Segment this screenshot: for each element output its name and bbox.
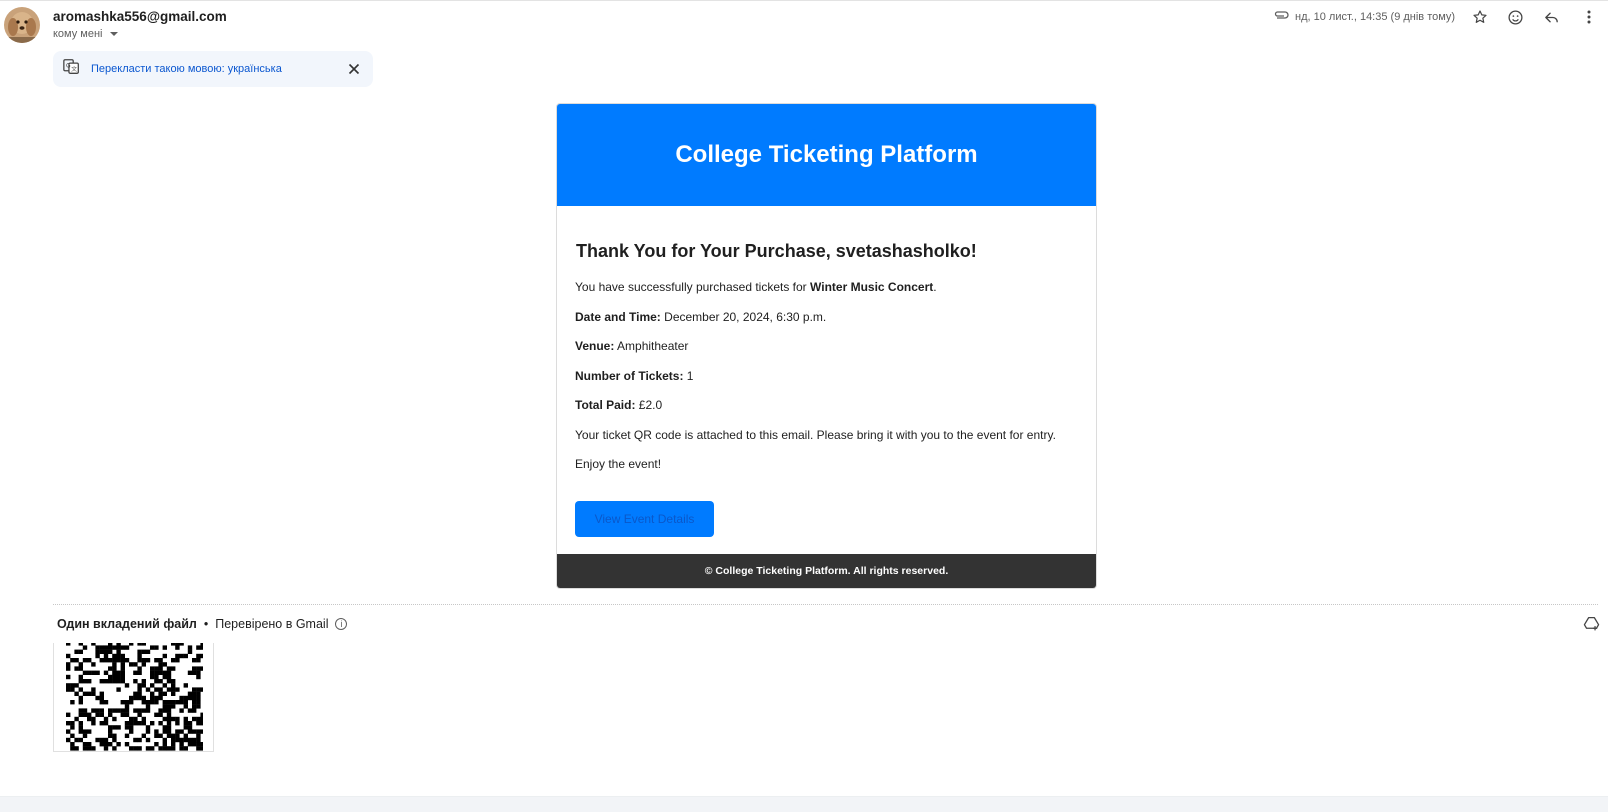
email-footer: © College Ticketing Platform. All rights…	[557, 554, 1096, 588]
qr-code-attachment[interactable]	[53, 643, 214, 752]
star-icon[interactable]	[1468, 5, 1492, 29]
qr-code-image	[66, 643, 203, 751]
top-divider	[0, 0, 1608, 1]
recipient-label: кому мені	[53, 28, 103, 40]
paperclip-icon	[1273, 9, 1289, 24]
enjoy-note: Enjoy the event!	[575, 457, 662, 471]
attachments-divider	[53, 604, 1598, 605]
translate-banner: G 文 Перекласти такою мовою: українська	[53, 51, 373, 87]
attachments-separator: •	[203, 617, 209, 631]
email-header-banner: College Ticketing Platform	[557, 104, 1096, 206]
total-row: Total Paid: £2.0	[575, 398, 1078, 412]
tickets-label: Number of Tickets:	[575, 368, 684, 383]
tickets-row: Number of Tickets: 1	[575, 369, 1078, 383]
message-date: нд, 10 лист., 14:35 (9 днів тому)	[1295, 10, 1456, 23]
svg-text:文: 文	[71, 65, 77, 73]
chevron-down-icon	[109, 32, 118, 36]
venue-value: Amphitheater	[614, 339, 689, 353]
purchase-intro: You have successfully purchased tickets …	[575, 280, 1078, 294]
info-icon[interactable]: i	[335, 618, 348, 630]
purchase-intro-text: You have successfully purchased tickets …	[575, 280, 811, 294]
svg-text:G: G	[66, 62, 71, 69]
reply-icon[interactable]	[1539, 5, 1563, 29]
purchase-period: .	[933, 280, 937, 294]
event-name: Winter Music Concert	[810, 280, 934, 294]
view-event-details-button[interactable]: View Event Details	[575, 500, 714, 537]
translate-link[interactable]: Перекласти такою мовою: українська	[91, 63, 282, 75]
recipient-details-toggle[interactable]: кому мені	[53, 28, 118, 40]
bottom-bar	[0, 796, 1608, 812]
qr-note: Your ticket QR code is attached to this …	[575, 427, 1056, 442]
email-body-card: College Ticketing Platform Thank You for…	[556, 103, 1097, 589]
date-row: Date and Time: December 20, 2024, 6:30 p…	[575, 310, 1078, 324]
translate-icon: G 文	[63, 58, 80, 80]
tickets-value: 1	[683, 368, 694, 383]
venue-row: Venue: Amphitheater	[575, 339, 1078, 353]
sender-email[interactable]: aromashka556@gmail.com	[53, 9, 227, 24]
date-value: December 20, 2024, 6:30 p.m.	[660, 309, 827, 324]
email-content: Thank You for Your Purchase, svetashasho…	[557, 206, 1096, 537]
email-brand-title: College Ticketing Platform	[675, 141, 978, 168]
message-meta: нд, 10 лист., 14:35 (9 днів тому)	[1273, 9, 1455, 24]
greeting-heading: Thank You for Your Purchase, svetashasho…	[576, 241, 977, 261]
emoji-icon[interactable]	[1503, 5, 1527, 29]
more-vert-icon[interactable]	[1577, 5, 1601, 29]
attachments-header: Один вкладений файл • Перевірено в Gmail…	[57, 617, 348, 631]
total-label: Total Paid:	[575, 398, 636, 412]
venue-label: Venue:	[575, 339, 615, 353]
add-to-drive-icon[interactable]	[1581, 614, 1601, 634]
sender-avatar[interactable]	[4, 7, 40, 43]
attachments-title: Один вкладений файл	[57, 617, 197, 631]
close-icon[interactable]	[345, 60, 363, 78]
total-value: £2.0	[635, 398, 663, 412]
scan-status: Перевірено в Gmail	[215, 617, 329, 631]
date-label: Date and Time:	[575, 309, 661, 324]
